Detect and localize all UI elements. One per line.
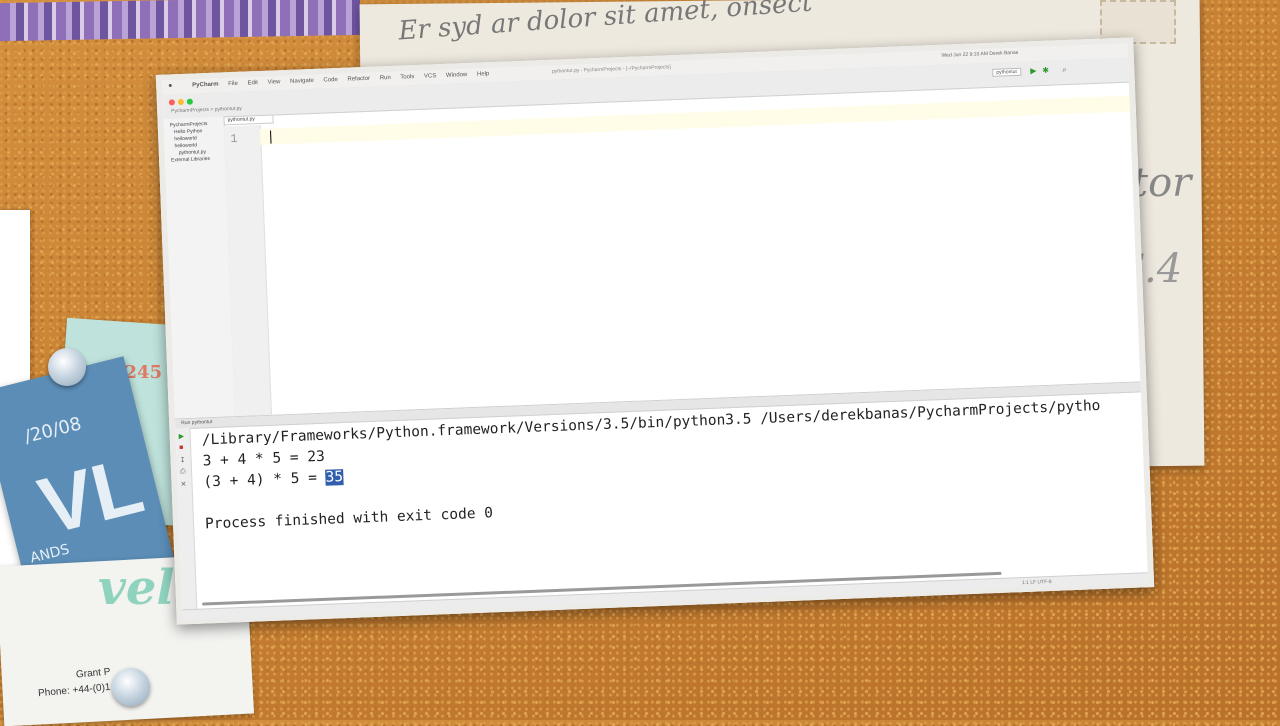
menu-vcs[interactable]: VCS — [424, 73, 437, 79]
pushpin-icon — [48, 348, 86, 386]
menu-file[interactable]: File — [228, 81, 238, 87]
card-word: vel — [98, 560, 175, 616]
search-icon[interactable]: ⌕ — [1062, 65, 1067, 75]
console-text: (3 + 4) * 5 = — [203, 469, 326, 491]
menu-window[interactable]: Window — [446, 72, 468, 79]
scroll-icon[interactable]: ↧ — [179, 456, 185, 464]
striped-paper — [0, 0, 360, 42]
run-panel-label: Run pythontut — [181, 419, 213, 427]
tree-item[interactable]: Hello Python — [174, 128, 203, 135]
line-number: 1 — [230, 131, 238, 147]
menu-app[interactable]: PyCharm — [192, 82, 219, 89]
run-icon[interactable]: ▶ — [1030, 66, 1036, 75]
tree-item[interactable]: External Libraries — [171, 156, 210, 163]
menu-run[interactable]: Run — [380, 75, 391, 81]
menu-edit[interactable]: Edit — [247, 80, 258, 86]
apple-icon[interactable]: ● — [168, 82, 172, 89]
trash-icon[interactable]: ✕ — [180, 480, 186, 488]
print-icon[interactable]: ⎙ — [180, 468, 186, 476]
breadcrumb[interactable]: PycharmProjects > pythontut.py — [171, 106, 242, 115]
menu-navigate[interactable]: Navigate — [290, 78, 314, 85]
tree-item[interactable]: helloworld — [174, 142, 197, 149]
tab-pythontut[interactable]: pythontut.py — [223, 114, 274, 126]
menu-code[interactable]: Code — [323, 77, 338, 84]
menu-view[interactable]: View — [267, 79, 280, 85]
close-button[interactable] — [168, 99, 175, 106]
run-config-select[interactable]: pythontut — [992, 67, 1022, 77]
zoom-button[interactable] — [186, 98, 193, 105]
tree-item[interactable]: helloworld — [174, 135, 197, 142]
stop-icon[interactable]: ■ — [179, 444, 183, 451]
tree-item[interactable]: pythontut.py — [179, 149, 206, 156]
menu-tools[interactable]: Tools — [400, 74, 414, 81]
status-bar: 1:1 LF UTF-8 — [182, 572, 1149, 621]
run-toolbar: ▶ ■ ↧ ⎙ ✕ — [175, 427, 198, 620]
script-text: tor — [1132, 160, 1192, 206]
pushpin-icon — [112, 668, 150, 706]
rerun-icon[interactable]: ▶ — [179, 432, 185, 440]
debug-icon[interactable]: ✱ — [1042, 66, 1049, 75]
window-title: pythontut.py - PycharmProjects - [~/Pych… — [551, 64, 671, 75]
menu-help[interactable]: Help — [477, 71, 490, 77]
menu-refactor[interactable]: Refactor — [347, 76, 370, 83]
menu-extras: Wed Jun 22 9:10 AM Derek Banas — [941, 49, 1019, 59]
run-panel: Run pythontut ▶ ■ ↧ ⎙ ✕ /Library/Framewo… — [175, 381, 1149, 621]
selected-text: 35 — [325, 469, 344, 486]
minimize-button[interactable] — [177, 98, 184, 106]
pycharm-window: ● PyCharm File Edit View Navigate Code R… — [155, 37, 1155, 625]
status-text: 1:1 LF UTF-8 — [1021, 578, 1052, 587]
